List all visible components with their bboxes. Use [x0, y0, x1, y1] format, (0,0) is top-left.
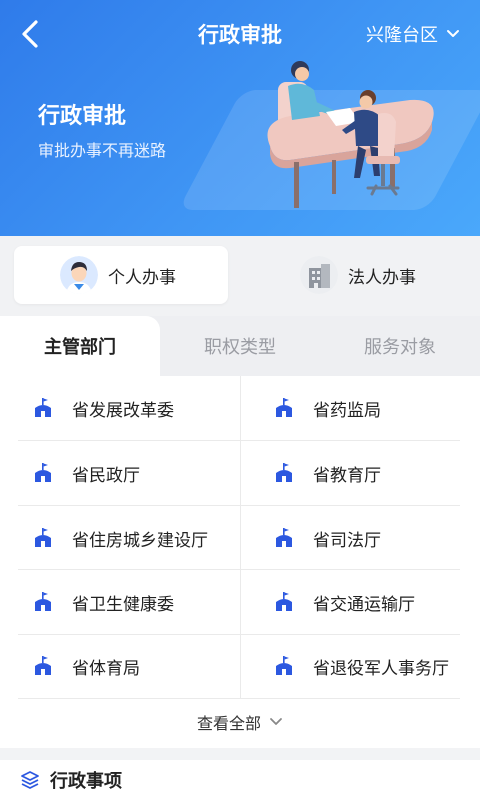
column-divider: [240, 376, 241, 698]
corporate-service-label: 法人办事: [348, 267, 416, 288]
section-title: 行政事项: [50, 771, 122, 792]
department-name: 省交通运输厅: [313, 594, 415, 615]
department-item[interactable]: 省体育局: [18, 634, 218, 698]
department-name: 省住房城乡建设厅: [72, 530, 208, 551]
banner-subtitle: 审批办事不再迷路: [38, 141, 167, 160]
government-building-icon: [32, 462, 54, 484]
department-name: 省药监局: [313, 400, 381, 421]
department-name: 省退役军人事务厅: [313, 658, 449, 679]
corporate-service-tab[interactable]: 法人办事: [252, 246, 466, 304]
government-building-icon: [32, 527, 54, 549]
department-item[interactable]: 省司法厅: [259, 506, 459, 570]
department-list: 省发展改革委 省药监局省民政厅 省教育厅省住房城乡建设厅 省司法厅省卫生健康委 省交通运…: [0, 376, 480, 748]
department-item[interactable]: 省住房城乡建设厅: [18, 506, 218, 570]
department-item[interactable]: 省药监局: [259, 376, 459, 440]
tab-authority-type[interactable]: 职权类型: [160, 316, 320, 376]
office-meeting-illustration: [267, 61, 434, 208]
building-icon: [300, 256, 338, 294]
department-item[interactable]: 省发展改革委: [18, 376, 218, 440]
department-name: 省司法厅: [313, 530, 381, 551]
government-building-icon: [273, 527, 295, 549]
chevron-down-icon: [447, 30, 459, 37]
view-all-button[interactable]: 查看全部: [0, 710, 480, 734]
department-item[interactable]: 省退役军人事务厅: [259, 634, 459, 698]
government-building-icon: [32, 397, 54, 419]
tab-department[interactable]: 主管部门: [0, 316, 160, 376]
region-selector[interactable]: 兴隆台区: [366, 21, 460, 47]
department-name: 省教育厅: [313, 465, 381, 486]
government-building-icon: [32, 591, 54, 613]
department-item[interactable]: 省民政厅: [18, 441, 218, 505]
layers-icon: [21, 771, 39, 789]
person-avatar-icon: [60, 256, 98, 294]
administrative-items-section: 行政事项: [0, 760, 480, 800]
row-divider: [18, 698, 460, 699]
government-building-icon: [273, 462, 295, 484]
personal-service-tab[interactable]: 个人办事: [14, 246, 228, 304]
banner: 行政审批 兴隆台区 行政审批 审批办事不再迷路: [0, 0, 480, 236]
department-name: 省体育局: [72, 658, 140, 679]
tab-service-target[interactable]: 服务对象: [320, 316, 480, 376]
department-name: 省民政厅: [72, 465, 140, 486]
department-item[interactable]: 省卫生健康委: [18, 570, 218, 634]
view-all-label: 查看全部: [196, 714, 261, 733]
government-building-icon: [273, 397, 295, 419]
chevron-down-icon: [270, 718, 282, 725]
government-building-icon: [273, 591, 295, 613]
government-building-icon: [273, 655, 295, 677]
department-item[interactable]: 省交通运输厅: [259, 570, 459, 634]
department-item[interactable]: 省教育厅: [259, 441, 459, 505]
department-name: 省卫生健康委: [72, 594, 174, 615]
government-building-icon: [32, 655, 54, 677]
personal-service-label: 个人办事: [108, 267, 176, 288]
region-label: 兴隆台区: [366, 25, 438, 46]
category-tabs: 主管部门 职权类型 服务对象: [0, 316, 480, 376]
service-type-bar: 个人办事 法人办事: [0, 236, 480, 316]
banner-title: 行政审批: [38, 104, 127, 129]
department-name: 省发展改革委: [72, 400, 174, 421]
